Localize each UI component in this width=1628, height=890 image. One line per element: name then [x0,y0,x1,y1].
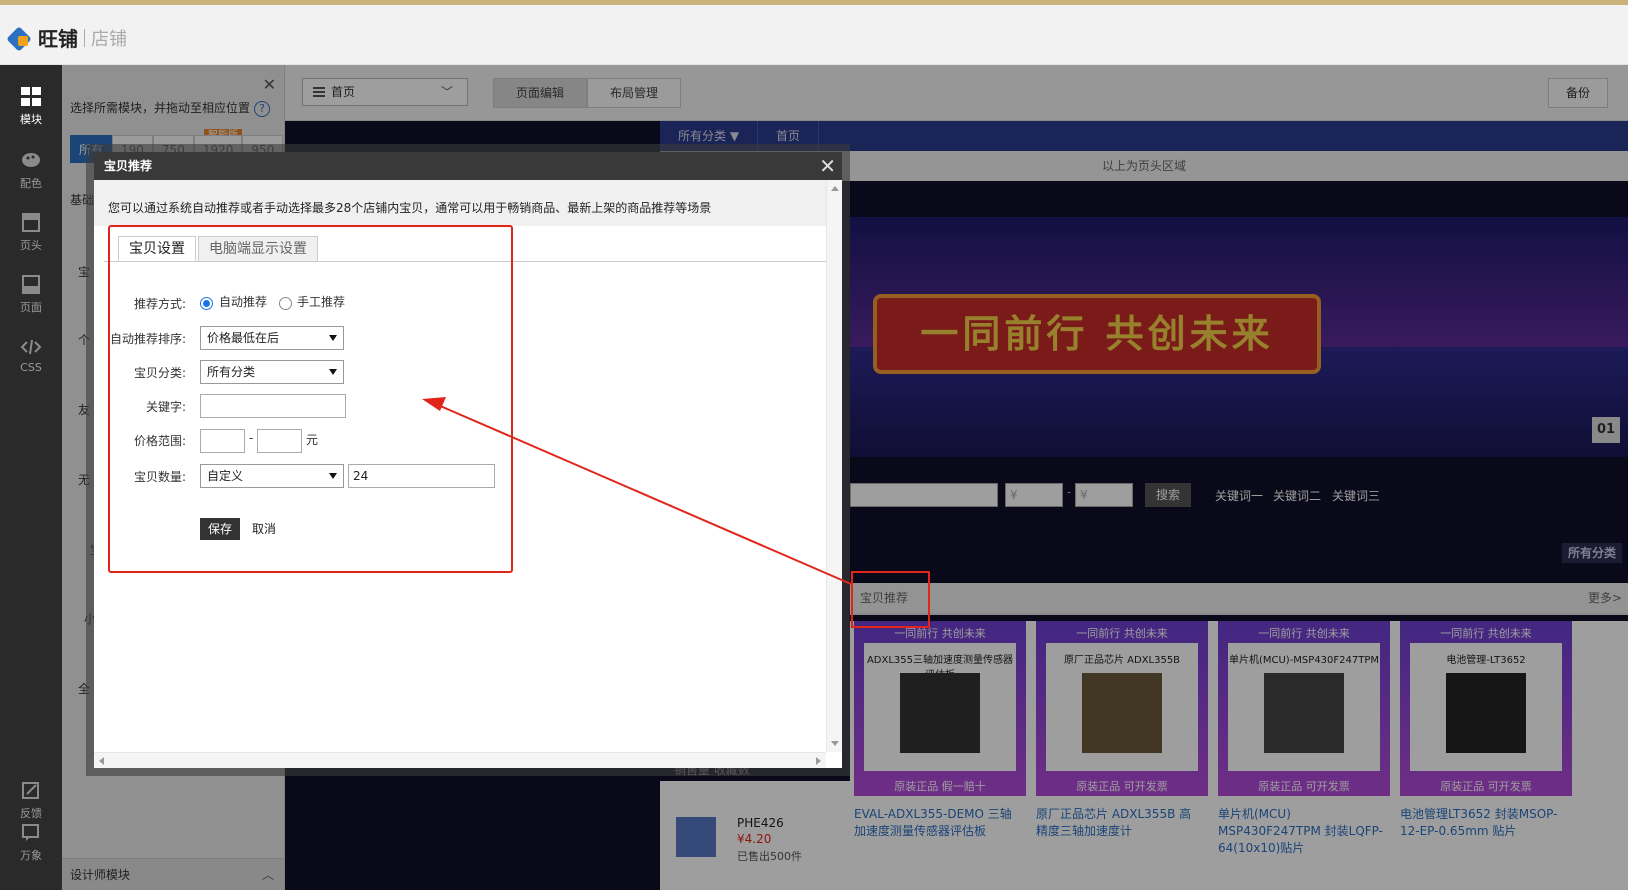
feedback-icon [22,782,39,799]
close-icon[interactable]: ✕ [819,154,836,178]
grid-icon [21,87,41,106]
rail-label: 配色 [20,177,42,190]
horizontal-scrollbar[interactable] [94,752,826,768]
vertical-scrollbar[interactable] [826,180,842,752]
rail-label: 页头 [20,239,42,252]
rail-label: 页面 [20,301,42,314]
dialog-title: 宝贝推荐 [94,152,842,180]
scroll-left-icon[interactable] [99,757,104,765]
rail-label: 模块 [20,113,42,126]
palette-icon [22,153,40,167]
rail-item-page[interactable]: 页面 [0,269,62,325]
logo-text: 旺铺 [38,27,78,51]
scroll-down-icon[interactable] [831,741,839,746]
rail-label: CSS [20,361,42,374]
rail-item-wanxiang[interactable]: 万象 [0,817,62,873]
dialog-description: 您可以通过系统自动推荐或者手动选择最多28个店铺内宝贝，通常可以用于畅销商品、最… [94,180,826,226]
rail-label: 万象 [20,849,42,862]
code-icon [20,339,42,355]
annotation-highlight-box [851,571,930,628]
rail-item-modules[interactable]: 模块 [0,81,62,137]
logo-subtitle: 店铺 [91,28,127,50]
logo-divider [84,28,85,47]
logo-icon [8,26,32,50]
rail-item-colors[interactable]: 配色 [0,145,62,201]
top-bar: 旺铺 店铺 [0,5,1628,65]
logo[interactable]: 旺铺 店铺 [8,23,127,52]
rail-item-css[interactable]: CSS [0,331,62,387]
page-icon [22,275,40,294]
scroll-up-icon[interactable] [831,186,839,191]
chat-icon [22,824,39,841]
scroll-right-icon[interactable] [816,757,821,765]
annotation-frame [108,225,513,573]
rail-item-header[interactable]: 页头 [0,207,62,263]
left-rail: 模块 配色 页头 页面 CSS 反馈 万象 [0,65,62,890]
header-icon [22,213,40,232]
